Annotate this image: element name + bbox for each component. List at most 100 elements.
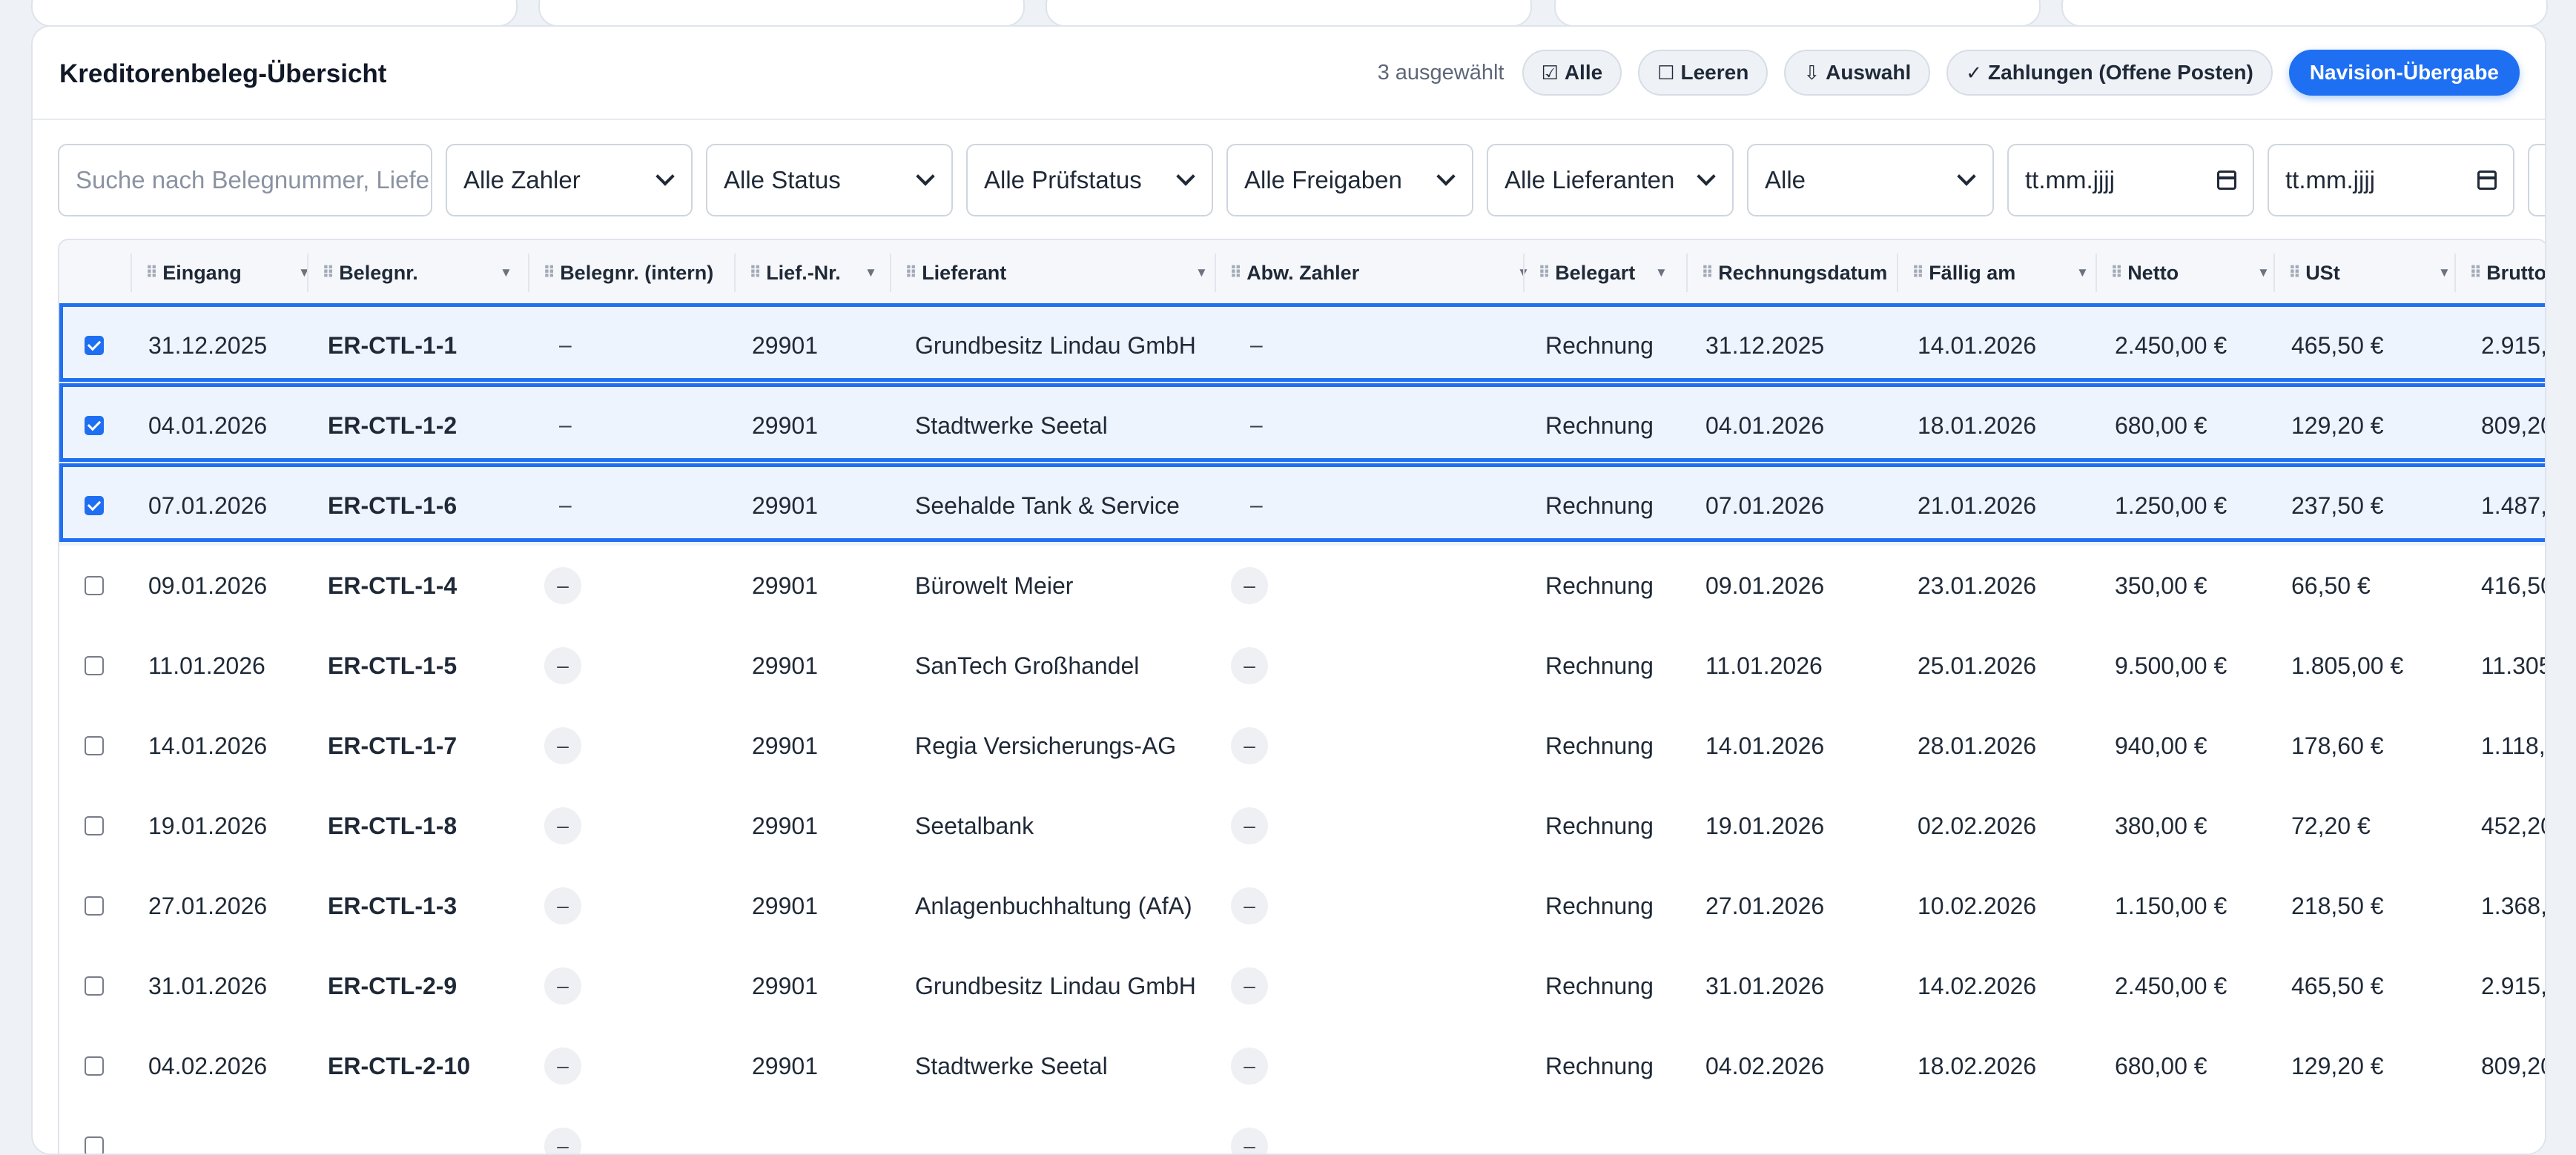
sort-icon[interactable]: ▼ [1195,265,1208,280]
empty-value-badge: – [559,333,572,357]
column-divider [1215,254,1216,292]
column-header-lieferant[interactable]: ⠿ Lieferant ▼ [905,240,1208,305]
select-all-button[interactable]: ☑ Alle [1522,50,1622,96]
row-checkbox[interactable] [85,416,104,435]
payments-open-items-button[interactable]: ✓ Zahlungen (Offene Posten) [1946,50,2273,96]
column-header-belegart[interactable]: ⠿ Belegart ▼ [1538,240,1668,305]
table-row[interactable]: 04.01.2026 ER-CTL-1-2 – 29901 Stadtwerke See… [59,383,2545,467]
column-header-lief-nr[interactable]: ⠿ Lief.-Nr. ▼ [749,240,877,305]
row-checkbox[interactable] [85,896,104,916]
row-select-cell [85,786,104,866]
column-divider [1686,254,1688,292]
drag-handle-icon[interactable]: ⠿ [2469,263,2482,282]
sort-icon[interactable]: ▼ [1655,265,1668,280]
table-row[interactable]: 31.01.2026 ER-CTL-2-9 – 29901 Grundbesitz Li… [59,946,2545,1027]
date-from-input[interactable]: tt.mm.jjjj [2007,144,2254,216]
sort-icon[interactable]: ▼ [2076,265,2089,280]
sort-icon[interactable]: ▼ [2257,265,2270,280]
drag-handle-icon[interactable]: ⠿ [2288,263,2301,282]
top-summary-cards [0,0,2576,27]
column-label: Netto [2127,261,2179,284]
table-row[interactable]: 09.01.2026 ER-CTL-1-4 – 29901 Bürowelt Meier… [59,546,2545,627]
cell-netto: 1.150,00 € [2115,892,2227,919]
cell-rdatum: 09.01.2026 [1705,572,1825,599]
row-checkbox[interactable] [85,1136,104,1154]
table-row[interactable]: 11.01.2026 ER-CTL-1-5 – 29901 SanTech Großha… [59,626,2545,707]
cell-intern: – [544,1026,581,1106]
cell-belegart: Rechnung [1545,572,1654,599]
table-row[interactable]: – – [59,1106,2545,1154]
column-header-abw-zahler[interactable]: ⠿ Abw. Zahler ▼ [1229,240,1530,305]
payer-filter-select[interactable]: Alle Zahler [446,144,693,216]
column-divider [1897,254,1898,292]
cell-intern: – [544,786,581,866]
table-row[interactable]: 04.02.2026 ER-CTL-2-10 – 29901 Stadtwerke Se… [59,1026,2545,1108]
cell-lief-nr: 29901 [752,812,818,839]
column-header-eingang[interactable]: ⠿ Eingang ▼ [145,240,311,305]
row-checkbox[interactable] [85,336,104,355]
status-filter-select[interactable]: Alle Status [706,144,953,216]
cell-ust: 1.805,00 € [2291,652,2404,679]
drag-handle-icon[interactable]: ⠿ [905,263,917,282]
navision-transfer-button[interactable]: Navision-Übergabe [2288,50,2520,96]
cell-lieferant: Anlagenbuchhaltung (AfA) [915,892,1192,919]
column-header-rechnungsdatum[interactable]: ⠿ Rechnungsdatum [1701,240,1887,305]
export-selection-button[interactable]: ⇩ Auswahl [1784,50,1931,96]
calendar-icon[interactable] [2477,171,2497,190]
date-to-input[interactable]: tt.mm.jjjj [2268,144,2514,216]
clear-selection-button[interactable]: ☐ Leeren [1638,50,1768,96]
drag-handle-icon[interactable]: ⠿ [1538,263,1550,282]
cell-brutto: 11.305,00 € [2481,652,2545,679]
table-row[interactable]: 19.01.2026 ER-CTL-1-8 – 29901 Seetalbank – Rec… [59,786,2545,867]
table-row[interactable]: 14.01.2026 ER-CTL-1-7 – 29901 Regia Versiche… [59,706,2546,787]
calendar-icon[interactable] [2217,171,2236,190]
drag-handle-icon[interactable]: ⠿ [749,263,762,282]
sort-icon[interactable]: ▼ [298,265,311,280]
supplier-filter-select[interactable]: Alle Lieferanten [1487,144,1734,216]
column-header-belegnr-intern[interactable]: ⠿ Belegnr. (intern) [543,240,713,305]
cell-brutto: 1.118,60 € [2481,732,2546,759]
cell-lieferant: Grundbesitz Lindau GmbH [915,972,1196,999]
column-header-belegnr[interactable]: ⠿ Belegnr. ▼ [322,240,512,305]
column-header-brutto[interactable]: ⠿ Brutto [2469,240,2545,305]
payments-label: Zahlungen (Offene Posten) [1988,61,2253,84]
row-checkbox[interactable] [85,736,104,755]
column-header-netto[interactable]: ⠿ Netto ▼ [2110,240,2270,305]
drag-handle-icon[interactable]: ⠿ [2110,263,2123,282]
cell-abw: – [1231,1026,1268,1106]
cell-belegnr: ER-CTL-2-9 [328,972,458,999]
drag-handle-icon[interactable]: ⠿ [322,263,334,282]
table-row[interactable]: 31.12.2025 ER-CTL-1-1 – 29901 Grundbesitz Li… [59,303,2545,387]
sort-icon[interactable]: ▼ [865,265,877,280]
approval-filter-value: Alle Freigaben [1244,166,1402,193]
drag-handle-icon[interactable]: ⠿ [1912,263,1924,282]
drag-handle-icon[interactable]: ⠿ [1701,263,1714,282]
cell-faellig: 25.01.2026 [1918,652,2037,679]
drag-handle-icon[interactable]: ⠿ [145,263,158,282]
cell-belegnr: ER-CTL-1-8 [328,812,458,839]
search-input[interactable]: Suche nach Belegnummer, Lieferant [58,144,432,216]
panel-header: Kreditorenbeleg-Übersicht 3 ausgewählt ☑… [33,27,2545,120]
generic-filter-select[interactable]: Alle [1747,144,1994,216]
column-header-faellig[interactable]: ⠿ Fällig am ▼ [1912,240,2089,305]
check-status-filter-select[interactable]: Alle Prüfstatus [966,144,1213,216]
row-checkbox[interactable] [85,816,104,835]
row-checkbox[interactable] [85,656,104,675]
empty-value-badge: – [1250,333,1263,357]
drag-handle-icon[interactable]: ⠿ [543,263,555,282]
row-checkbox[interactable] [85,976,104,996]
column-label: Eingang [162,261,242,284]
column-header-ust[interactable]: ⠿ USt ▼ [2288,240,2451,305]
row-checkbox[interactable] [85,576,104,595]
drag-handle-icon[interactable]: ⠿ [1229,263,1242,282]
approval-filter-select[interactable]: Alle Freigaben [1226,144,1473,216]
sort-icon[interactable]: ▼ [2438,265,2451,280]
extra-filter-input[interactable] [2528,144,2545,216]
row-checkbox[interactable] [85,1056,104,1076]
row-checkbox[interactable] [85,496,104,515]
sort-icon[interactable]: ▼ [500,265,512,280]
cell-ust: 218,50 € [2291,892,2384,919]
table-row[interactable]: 27.01.2026 ER-CTL-1-3 – 29901 Anlagenbuchhal… [59,866,2545,947]
cell-abw: – [1231,706,1268,786]
table-row[interactable]: 07.01.2026 ER-CTL-1-6 – 29901 Seehalde Tank … [59,463,2545,547]
